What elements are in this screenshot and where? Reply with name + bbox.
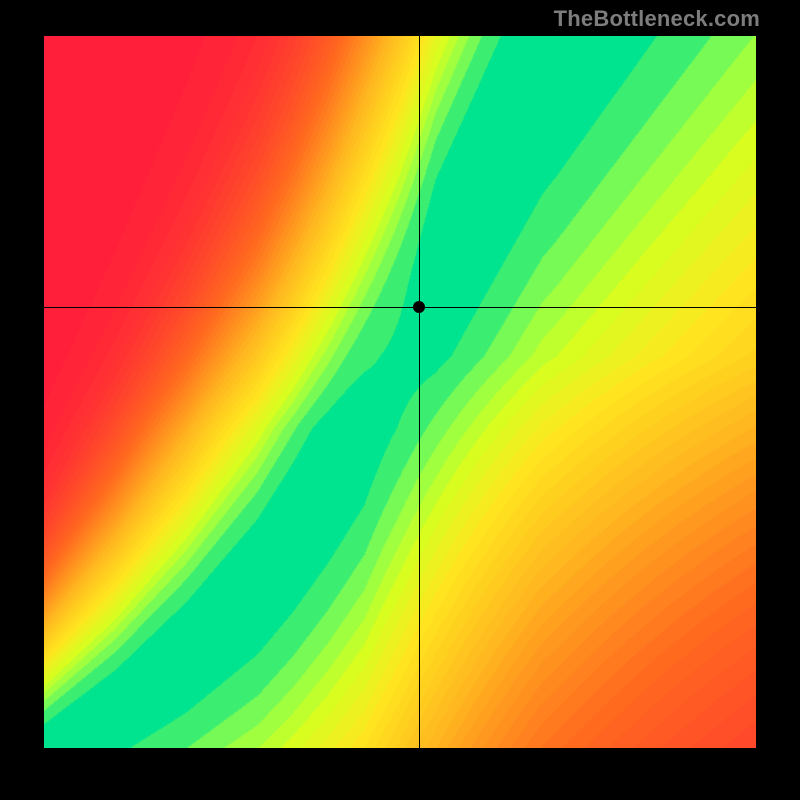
crosshair-vertical xyxy=(419,36,420,748)
marker-dot xyxy=(413,301,425,313)
heatmap-canvas xyxy=(44,36,756,748)
watermark-text: TheBottleneck.com xyxy=(554,6,760,32)
crosshair-horizontal xyxy=(44,307,756,308)
chart-frame: TheBottleneck.com xyxy=(0,0,800,800)
plot-area xyxy=(44,36,756,748)
